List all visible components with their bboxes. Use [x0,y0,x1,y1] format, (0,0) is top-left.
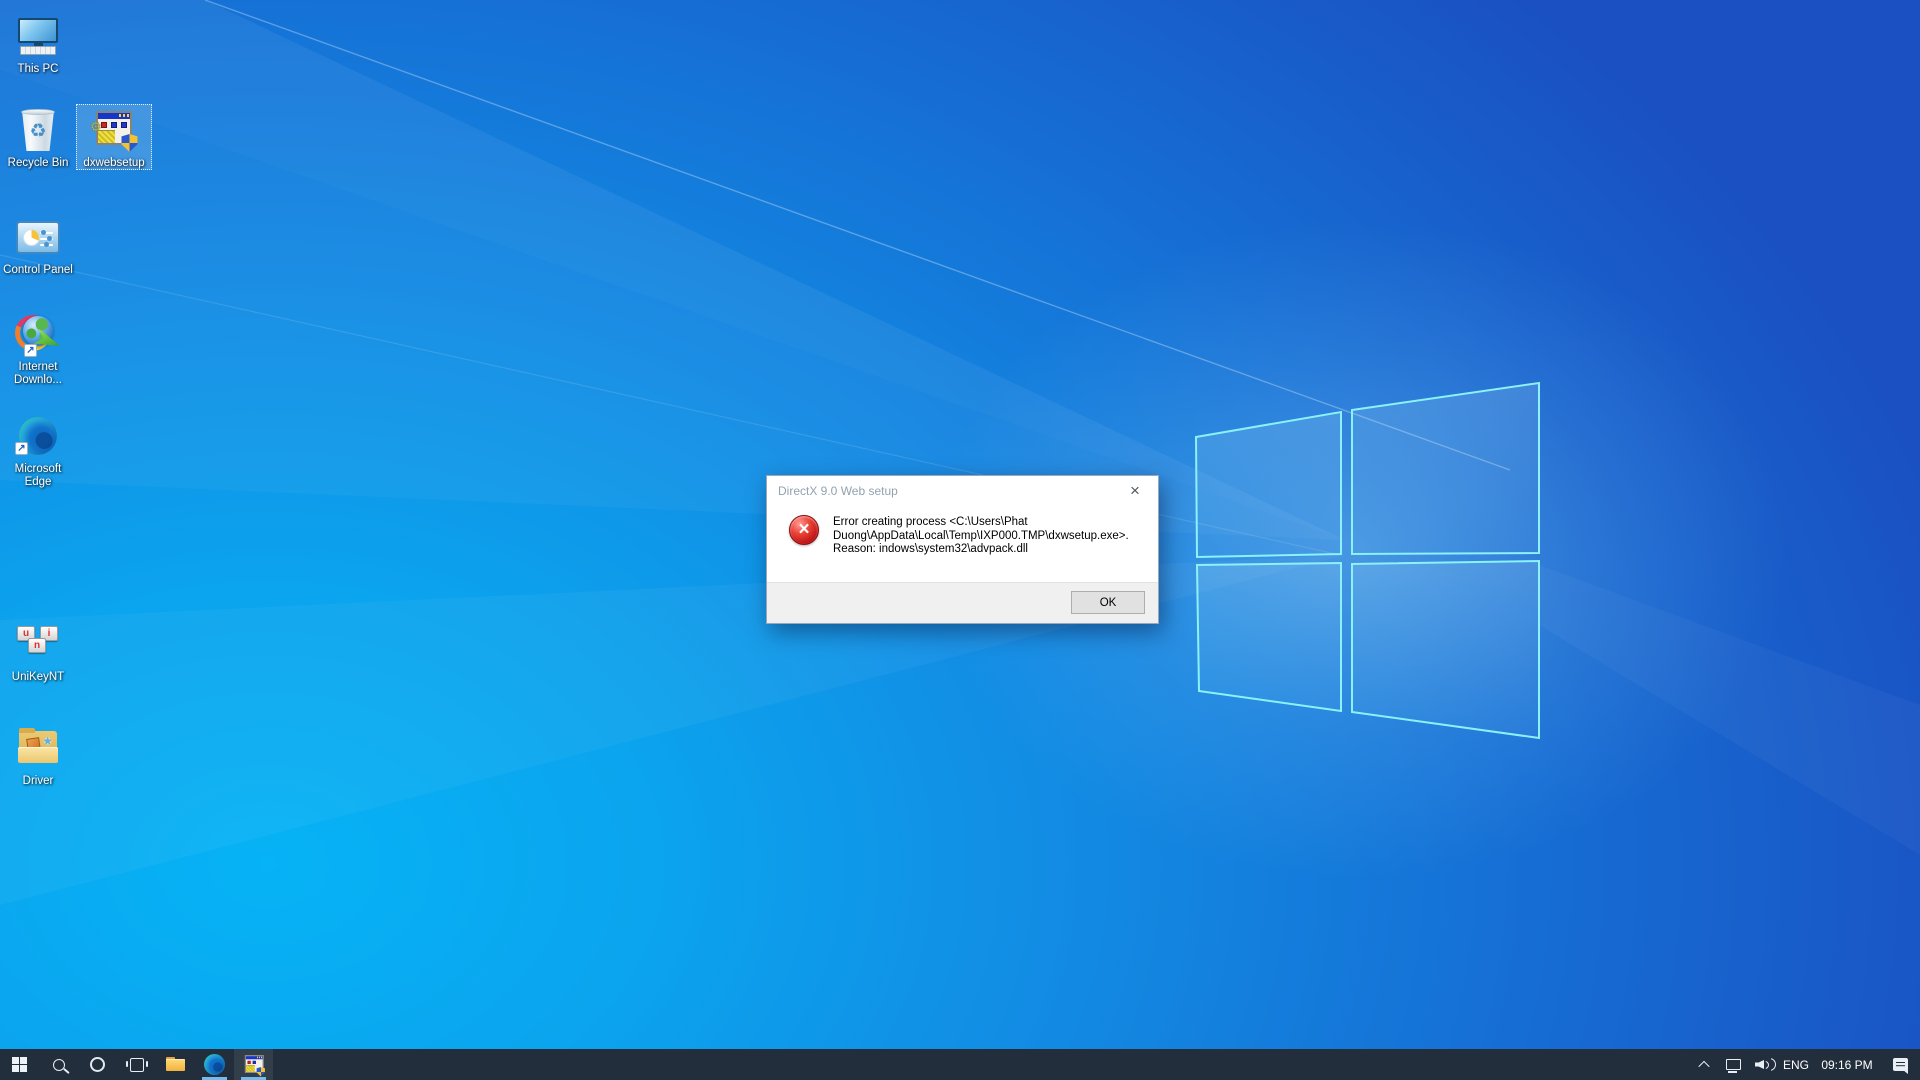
gear-icon: ⚙ [90,119,102,134]
clock[interactable]: 09:16 PM [1814,1049,1880,1080]
desktop-wallpaper: This PC ♻ Recycle Bin ⚙ dxwebsetup Contr… [0,0,1920,1080]
cortana-ring-icon [90,1057,105,1072]
desktop-icon-microsoft-edge[interactable]: ↗ Microsoft Edge [0,410,76,489]
driver-folder-icon: ★ [0,724,76,772]
edge-icon: ↗ [0,412,76,460]
task-view-icon [125,1057,148,1072]
security-shield-icon [121,134,138,152]
ok-button[interactable]: OK [1071,591,1145,614]
desktop-icon-recycle-bin[interactable]: ♻ Recycle Bin [0,104,76,170]
idm-icon: ↗ [0,309,76,358]
this-pc-icon [0,12,76,60]
recycle-glyph: ♻ [29,121,47,142]
windows-logo-icon [11,1056,28,1073]
installer-icon [243,1054,265,1076]
control-panel-icon [0,213,76,261]
unikey-icon: u i n [0,620,76,668]
language-label: ENG [1782,1057,1809,1072]
error-message: Error creating process <C:\Users\Phat Du… [833,515,1129,557]
desktop-icon-unikey[interactable]: u i n UniKeyNT [0,618,76,684]
desktop-icon-driver[interactable]: ★ Driver [0,722,76,788]
network-button[interactable] [1718,1049,1748,1080]
volume-button[interactable] [1748,1049,1778,1080]
dxwebsetup-taskbar-button[interactable] [234,1049,273,1080]
cortana-button[interactable] [78,1049,117,1080]
search-button[interactable] [39,1049,78,1080]
shortcut-arrow-icon: ↗ [15,442,28,455]
task-view-button[interactable] [117,1049,156,1080]
recycle-bin-icon: ♻ [0,106,76,154]
icon-label: This PC [17,63,59,75]
error-message-line: Duong\AppData\Local\Temp\IXP000.TMP\dxws… [833,529,1129,542]
dialog-title: DirectX 9.0 Web setup [778,484,898,498]
desktop-icon-this-pc[interactable]: This PC [0,10,76,76]
dialog-footer: OK [767,582,1158,623]
desktop-icon-dxwebsetup[interactable]: ⚙ dxwebsetup [76,104,152,170]
icon-label: Recycle Bin [7,157,69,169]
shortcut-arrow-icon: ↗ [24,344,37,357]
icon-label: Microsoft Edge [14,463,62,488]
edge-icon [204,1054,225,1075]
sparkle-star-icon: ★ [42,734,53,748]
keycap-n: n [28,638,46,653]
volume-icon [1755,1058,1776,1071]
dxwebsetup-icon: ⚙ [76,106,152,154]
error-message-line: Error creating process <C:\Users\Phat [833,516,1028,528]
desktop-icon-internet-download-manager[interactable]: ↗ Internet Downlo... [0,308,76,387]
icon-label: Driver [22,775,54,787]
error-icon: × [789,515,819,545]
time-label: 09:16 PM [1821,1057,1873,1072]
system-tray: ENG 09:16 PM [1690,1049,1920,1080]
chevron-up-icon [1698,1060,1710,1072]
desktop-icon-control-panel[interactable]: Control Panel [0,211,76,277]
icon-label: Control Panel [3,264,73,276]
taskbar: ENG 09:16 PM [0,1049,1920,1080]
action-center-button[interactable] [1880,1049,1920,1080]
network-icon [1725,1059,1741,1073]
language-indicator[interactable]: ENG [1778,1049,1814,1080]
start-button[interactable] [0,1049,39,1080]
folder-icon [166,1057,185,1072]
icon-label: UniKeyNT [11,671,65,683]
error-message-line: Reason: indows\system32\advpack.dll [833,543,1028,555]
directx-setup-error-dialog: DirectX 9.0 Web setup × × Error creating… [766,475,1159,624]
search-icon [52,1058,65,1071]
dialog-titlebar[interactable]: DirectX 9.0 Web setup [767,476,1158,506]
icon-label: dxwebsetup [83,157,145,169]
edge-taskbar-button[interactable] [195,1049,234,1080]
file-explorer-button[interactable] [156,1049,195,1080]
hidden-icons-button[interactable] [1690,1049,1718,1080]
action-center-icon [1892,1058,1908,1074]
icon-label: Internet Downlo... [14,361,62,386]
close-icon[interactable]: × [1113,477,1157,505]
